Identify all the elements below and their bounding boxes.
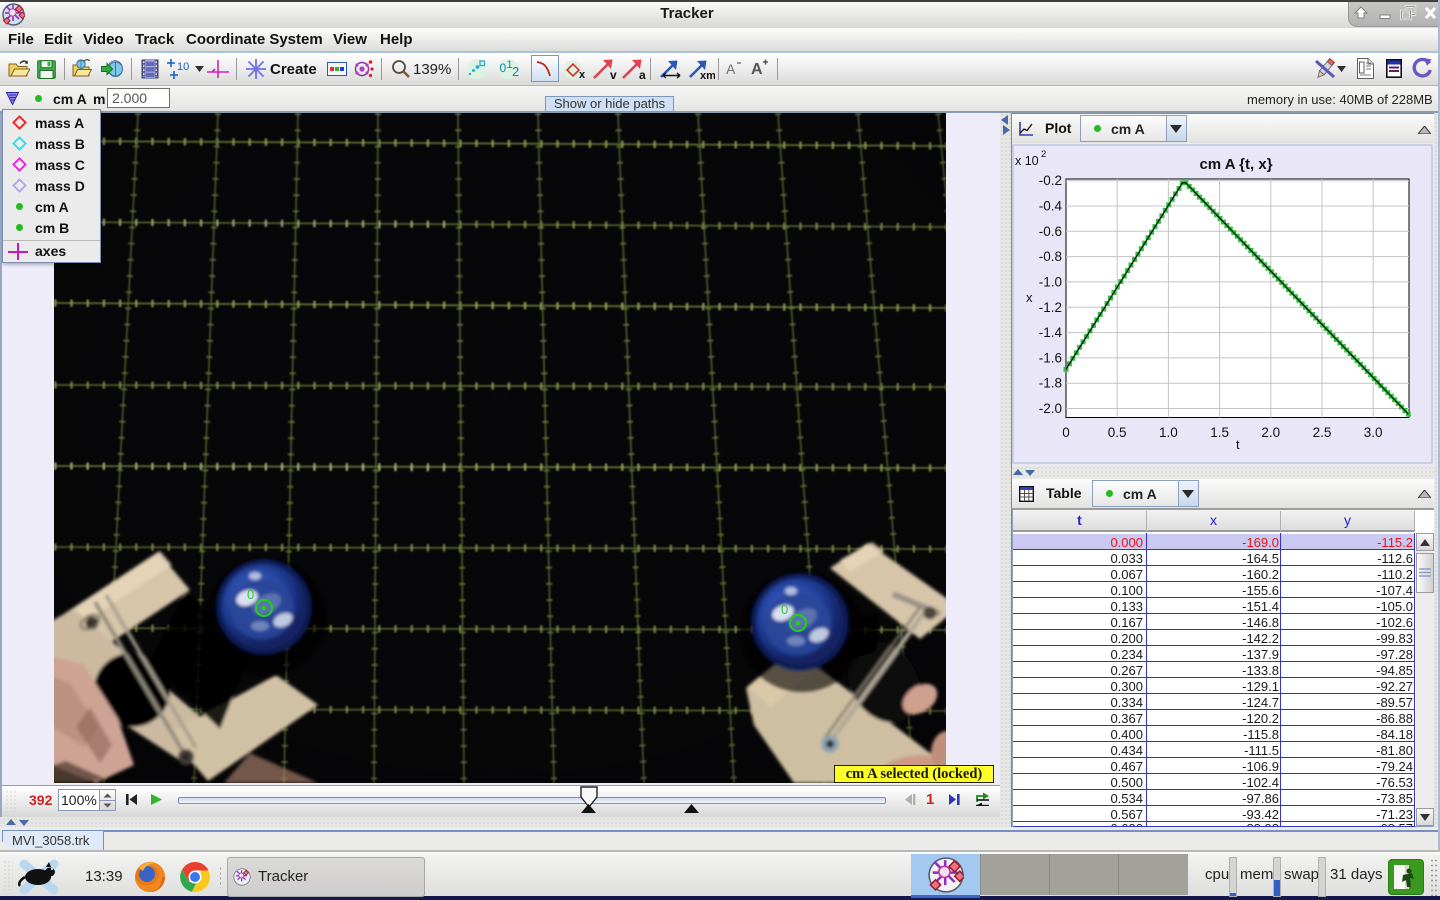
svg-text:-0.4: -0.4 bbox=[1039, 199, 1063, 214]
svg-text:-0.6: -0.6 bbox=[1039, 224, 1062, 239]
svg-text:-0.8: -0.8 bbox=[1039, 249, 1062, 264]
svg-text:2.5: 2.5 bbox=[1313, 425, 1332, 440]
svg-text:2: 2 bbox=[1041, 149, 1046, 160]
svg-text:-0.2: -0.2 bbox=[1039, 173, 1062, 188]
svg-text:x: x bbox=[1026, 290, 1033, 305]
svg-text:0: 0 bbox=[1062, 425, 1070, 440]
svg-text:3.0: 3.0 bbox=[1364, 425, 1383, 440]
svg-text:-2.0: -2.0 bbox=[1039, 401, 1062, 416]
svg-text:x 10: x 10 bbox=[1015, 154, 1039, 168]
svg-text:a: a bbox=[639, 68, 646, 80]
svg-text:cm A {t, x}: cm A {t, x} bbox=[1199, 156, 1272, 173]
svg-text:-1.2: -1.2 bbox=[1039, 300, 1062, 315]
svg-text:xm: xm bbox=[700, 70, 715, 80]
svg-text:1.0: 1.0 bbox=[1159, 425, 1178, 440]
svg-text:-1.0: -1.0 bbox=[1039, 274, 1062, 289]
svg-text:v: v bbox=[610, 68, 617, 80]
svg-text:t: t bbox=[1236, 437, 1240, 452]
svg-text:x: x bbox=[579, 69, 586, 80]
svg-text:0: 0 bbox=[500, 61, 507, 75]
svg-text:2: 2 bbox=[512, 64, 519, 79]
svg-text:-1.8: -1.8 bbox=[1039, 376, 1062, 391]
svg-text:A: A bbox=[751, 61, 763, 78]
svg-text:1.5: 1.5 bbox=[1210, 425, 1229, 440]
svg-text:-1.6: -1.6 bbox=[1039, 350, 1062, 365]
svg-text:0: 0 bbox=[247, 587, 254, 602]
svg-text:A: A bbox=[726, 61, 736, 77]
svg-text:0.5: 0.5 bbox=[1108, 425, 1127, 440]
svg-text:-1.4: -1.4 bbox=[1039, 325, 1063, 340]
svg-text:2.0: 2.0 bbox=[1261, 425, 1280, 440]
svg-text:10: 10 bbox=[177, 61, 189, 73]
svg-text:0: 0 bbox=[781, 602, 788, 617]
